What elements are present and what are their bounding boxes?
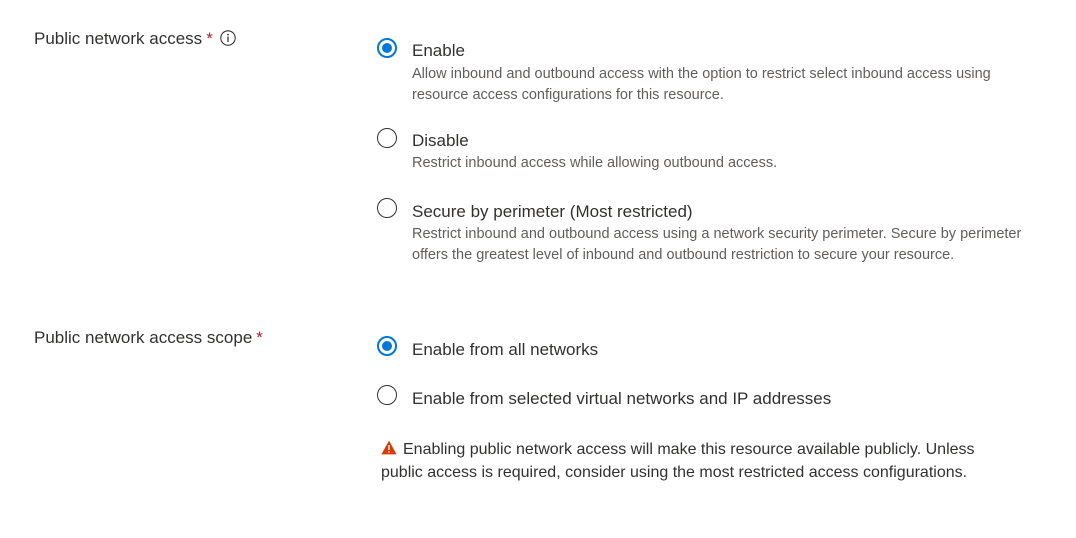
option-disable-description: Restrict inbound access while allowing o… (412, 155, 778, 171)
warning-message: Enabling public network access will make… (381, 438, 981, 484)
option-enable-description: Allow inbound and outbound access with t… (412, 66, 991, 103)
option-enable-from-all-networks-label[interactable]: Enable from all networks (412, 339, 598, 361)
warning-icon (381, 439, 397, 455)
option-enable-label[interactable]: Enable (412, 40, 465, 62)
info-icon[interactable] (220, 30, 236, 46)
option-secure-by-perimeter-description: Restrict inbound and outbound access usi… (412, 226, 1022, 263)
required-marker: * (206, 29, 213, 48)
public-network-access-scope-label-text: Public network access scope (34, 328, 253, 347)
radio-enable[interactable] (377, 38, 397, 58)
option-enable-from-selected-networks-label[interactable]: Enable from selected virtual networks an… (412, 388, 831, 410)
radio-secure-by-perimeter[interactable] (377, 198, 397, 218)
option-disable-label[interactable]: Disable (412, 130, 469, 152)
public-network-access-label: Public network access * (34, 28, 236, 50)
radio-enable-from-all-networks[interactable] (377, 336, 397, 356)
warning-text: Enabling public network access will make… (381, 441, 975, 481)
option-secure-by-perimeter-label[interactable]: Secure by perimeter (Most restricted) (412, 201, 693, 223)
required-marker: * (256, 328, 263, 347)
public-network-access-scope-label: Public network access scope * (34, 327, 263, 349)
radio-enable-from-selected-networks[interactable] (377, 385, 397, 405)
public-network-access-label-text: Public network access (34, 29, 203, 48)
radio-disable[interactable] (377, 128, 397, 148)
